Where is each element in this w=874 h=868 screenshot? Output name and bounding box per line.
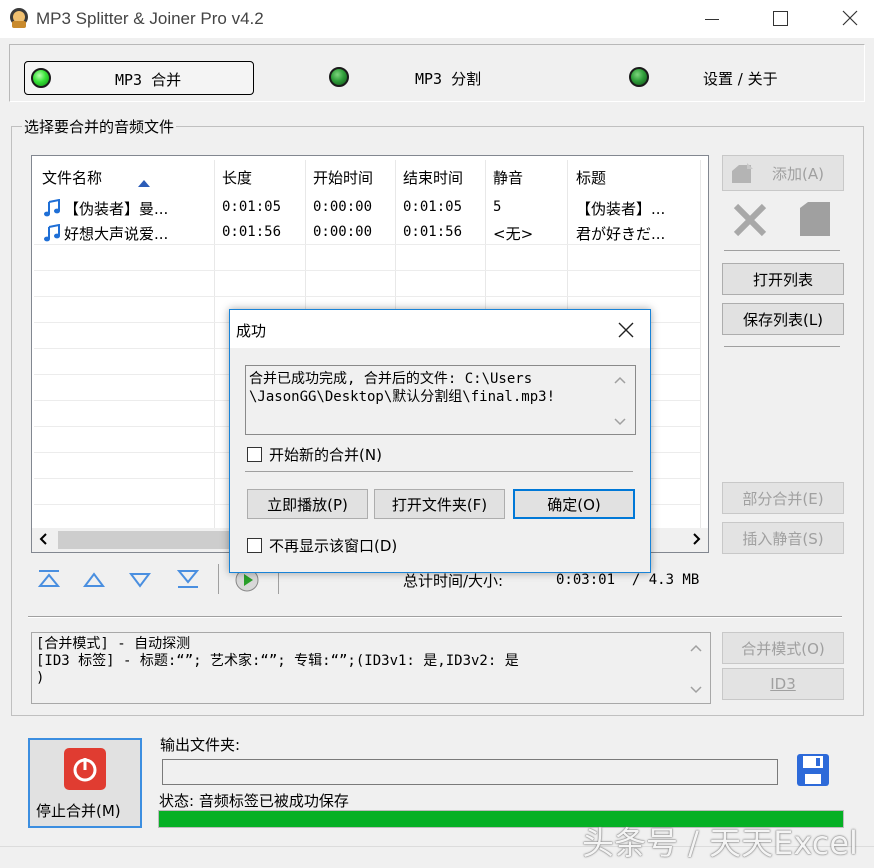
join-mode-button[interactable]: 合并模式(O) xyxy=(722,632,844,664)
dont-show-checkbox[interactable] xyxy=(247,538,262,553)
dialog-close-button[interactable] xyxy=(614,318,638,342)
window-title: MP3 Splitter & Joiner Pro v4.2 xyxy=(36,9,264,28)
move-top-icon[interactable] xyxy=(37,568,61,594)
tab-settings-about[interactable]: 设置 / 关于 xyxy=(625,62,825,94)
status-led-icon xyxy=(31,68,51,88)
row-name: 好想大声说爱... xyxy=(64,225,169,243)
scroll-down-icon[interactable] xyxy=(612,414,628,432)
music-note-icon xyxy=(43,198,61,221)
row-title: 君が好きだ... xyxy=(576,225,666,243)
divider-highlight xyxy=(28,617,842,618)
col-header-start[interactable]: 开始时间 xyxy=(313,167,373,188)
close-button[interactable] xyxy=(838,6,862,30)
row-silence: <无> xyxy=(493,225,534,243)
stop-join-button[interactable]: 停止合并(M) xyxy=(28,738,142,828)
id3-button[interactable]: ID3 xyxy=(722,668,844,700)
total-value: 0:03:01 / 4.3 MB xyxy=(556,572,700,588)
scroll-right-icon[interactable] xyxy=(688,531,704,547)
toolbar-separator xyxy=(218,564,219,594)
tab-mp3-join[interactable]: MP3 合并 xyxy=(24,61,254,95)
stop-join-label: 停止合并(M) xyxy=(36,802,121,820)
col-header-title[interactable]: 标题 xyxy=(576,167,606,188)
part-join-button[interactable]: 部分合并(E) xyxy=(722,482,844,514)
insert-silence-button[interactable]: 插入静音(S) xyxy=(722,522,844,554)
row-start: 0:00:00 xyxy=(313,199,373,215)
row-length: 0:01:05 xyxy=(222,199,282,215)
col-header-name[interactable]: 文件名称 xyxy=(42,167,102,188)
divider xyxy=(724,346,840,347)
info-line: [ID3 标签] - 标题:“”; 艺术家:“”; 专辑:“”;(ID3v1: … xyxy=(36,653,519,669)
row-end: 0:01:56 xyxy=(403,224,463,240)
new-join-label: 开始新的合并(N) xyxy=(269,446,382,464)
dont-show-label: 不再显示该窗口(D) xyxy=(269,537,398,555)
move-up-icon[interactable] xyxy=(82,570,106,594)
dialog-message-line: \JasonGG\Desktop\默认分割组\final.mp3! xyxy=(249,389,556,405)
save-list-button[interactable]: 保存列表(L) xyxy=(722,303,844,335)
play-now-button[interactable]: 立即播放(P) xyxy=(247,489,368,519)
minimize-button[interactable] xyxy=(700,8,724,30)
dialog-title-bar xyxy=(230,310,650,348)
watermark: 头条号 / 天天Excel xyxy=(582,824,858,862)
row-end: 0:01:05 xyxy=(403,199,463,215)
move-bottom-icon[interactable] xyxy=(176,568,200,594)
col-header-silence[interactable]: 静音 xyxy=(493,167,523,188)
new-join-checkbox[interactable] xyxy=(247,447,262,462)
join-group-label: 选择要合并的音频文件 xyxy=(22,116,177,137)
dialog-message-line: 合并已成功完成, 合并后的文件: C:\Users xyxy=(249,371,533,387)
save-icon[interactable] xyxy=(796,753,830,791)
scroll-up-icon[interactable] xyxy=(612,372,628,390)
tab-label: 设置 / 关于 xyxy=(703,70,778,88)
success-dialog: 成功 合并已成功完成, 合并后的文件: C:\Users \JasonGG\De… xyxy=(229,309,651,573)
open-folder-button[interactable]: 打开文件夹(F) xyxy=(374,489,505,519)
ok-button[interactable]: 确定(O) xyxy=(513,489,635,519)
divider xyxy=(724,250,840,251)
divider xyxy=(245,471,633,472)
row-name: 【伪装者】曼... xyxy=(64,200,169,218)
open-list-button[interactable]: 打开列表 xyxy=(722,263,844,295)
title-bar: MP3 Splitter & Joiner Pro v4.2 xyxy=(0,0,874,38)
music-note-icon xyxy=(43,223,61,246)
tab-label: MP3 分割 xyxy=(415,70,482,88)
row-start: 0:00:00 xyxy=(313,224,373,240)
tab-label: MP3 合并 xyxy=(115,71,182,89)
power-icon xyxy=(64,748,106,790)
output-folder-label: 输出文件夹: xyxy=(160,736,241,754)
move-down-icon[interactable] xyxy=(128,570,152,594)
scroll-left-icon[interactable] xyxy=(36,531,52,547)
col-header-end[interactable]: 结束时间 xyxy=(403,167,463,188)
add-button[interactable]: 添加(A) xyxy=(722,155,844,191)
remove-icon[interactable] xyxy=(730,200,770,240)
dialog-title: 成功 xyxy=(236,322,267,340)
sort-ascending-icon xyxy=(138,173,150,191)
scrollbar-thumb[interactable] xyxy=(58,531,238,549)
scroll-down-icon[interactable] xyxy=(688,682,704,700)
app-icon xyxy=(8,6,30,30)
col-header-length[interactable]: 长度 xyxy=(222,167,252,188)
row-title: 【伪装者】... xyxy=(576,200,666,218)
info-line: ) xyxy=(36,670,45,686)
total-label: 总计时间/大小: xyxy=(403,572,504,590)
output-folder-input[interactable] xyxy=(162,759,778,785)
row-length: 0:01:56 xyxy=(222,224,282,240)
status-text: 状态: 音频标签已被成功保存 xyxy=(159,792,349,810)
add-file-icon xyxy=(729,161,755,191)
status-led-icon xyxy=(329,67,349,87)
info-line: [合并模式] - 自动探测 xyxy=(36,636,191,652)
status-led-icon xyxy=(629,67,649,87)
scroll-up-icon[interactable] xyxy=(688,640,704,658)
tab-mp3-split[interactable]: MP3 分割 xyxy=(325,62,525,94)
maximize-button[interactable] xyxy=(768,8,792,30)
clear-list-icon[interactable] xyxy=(798,200,832,238)
row-silence: 5 xyxy=(493,199,502,215)
